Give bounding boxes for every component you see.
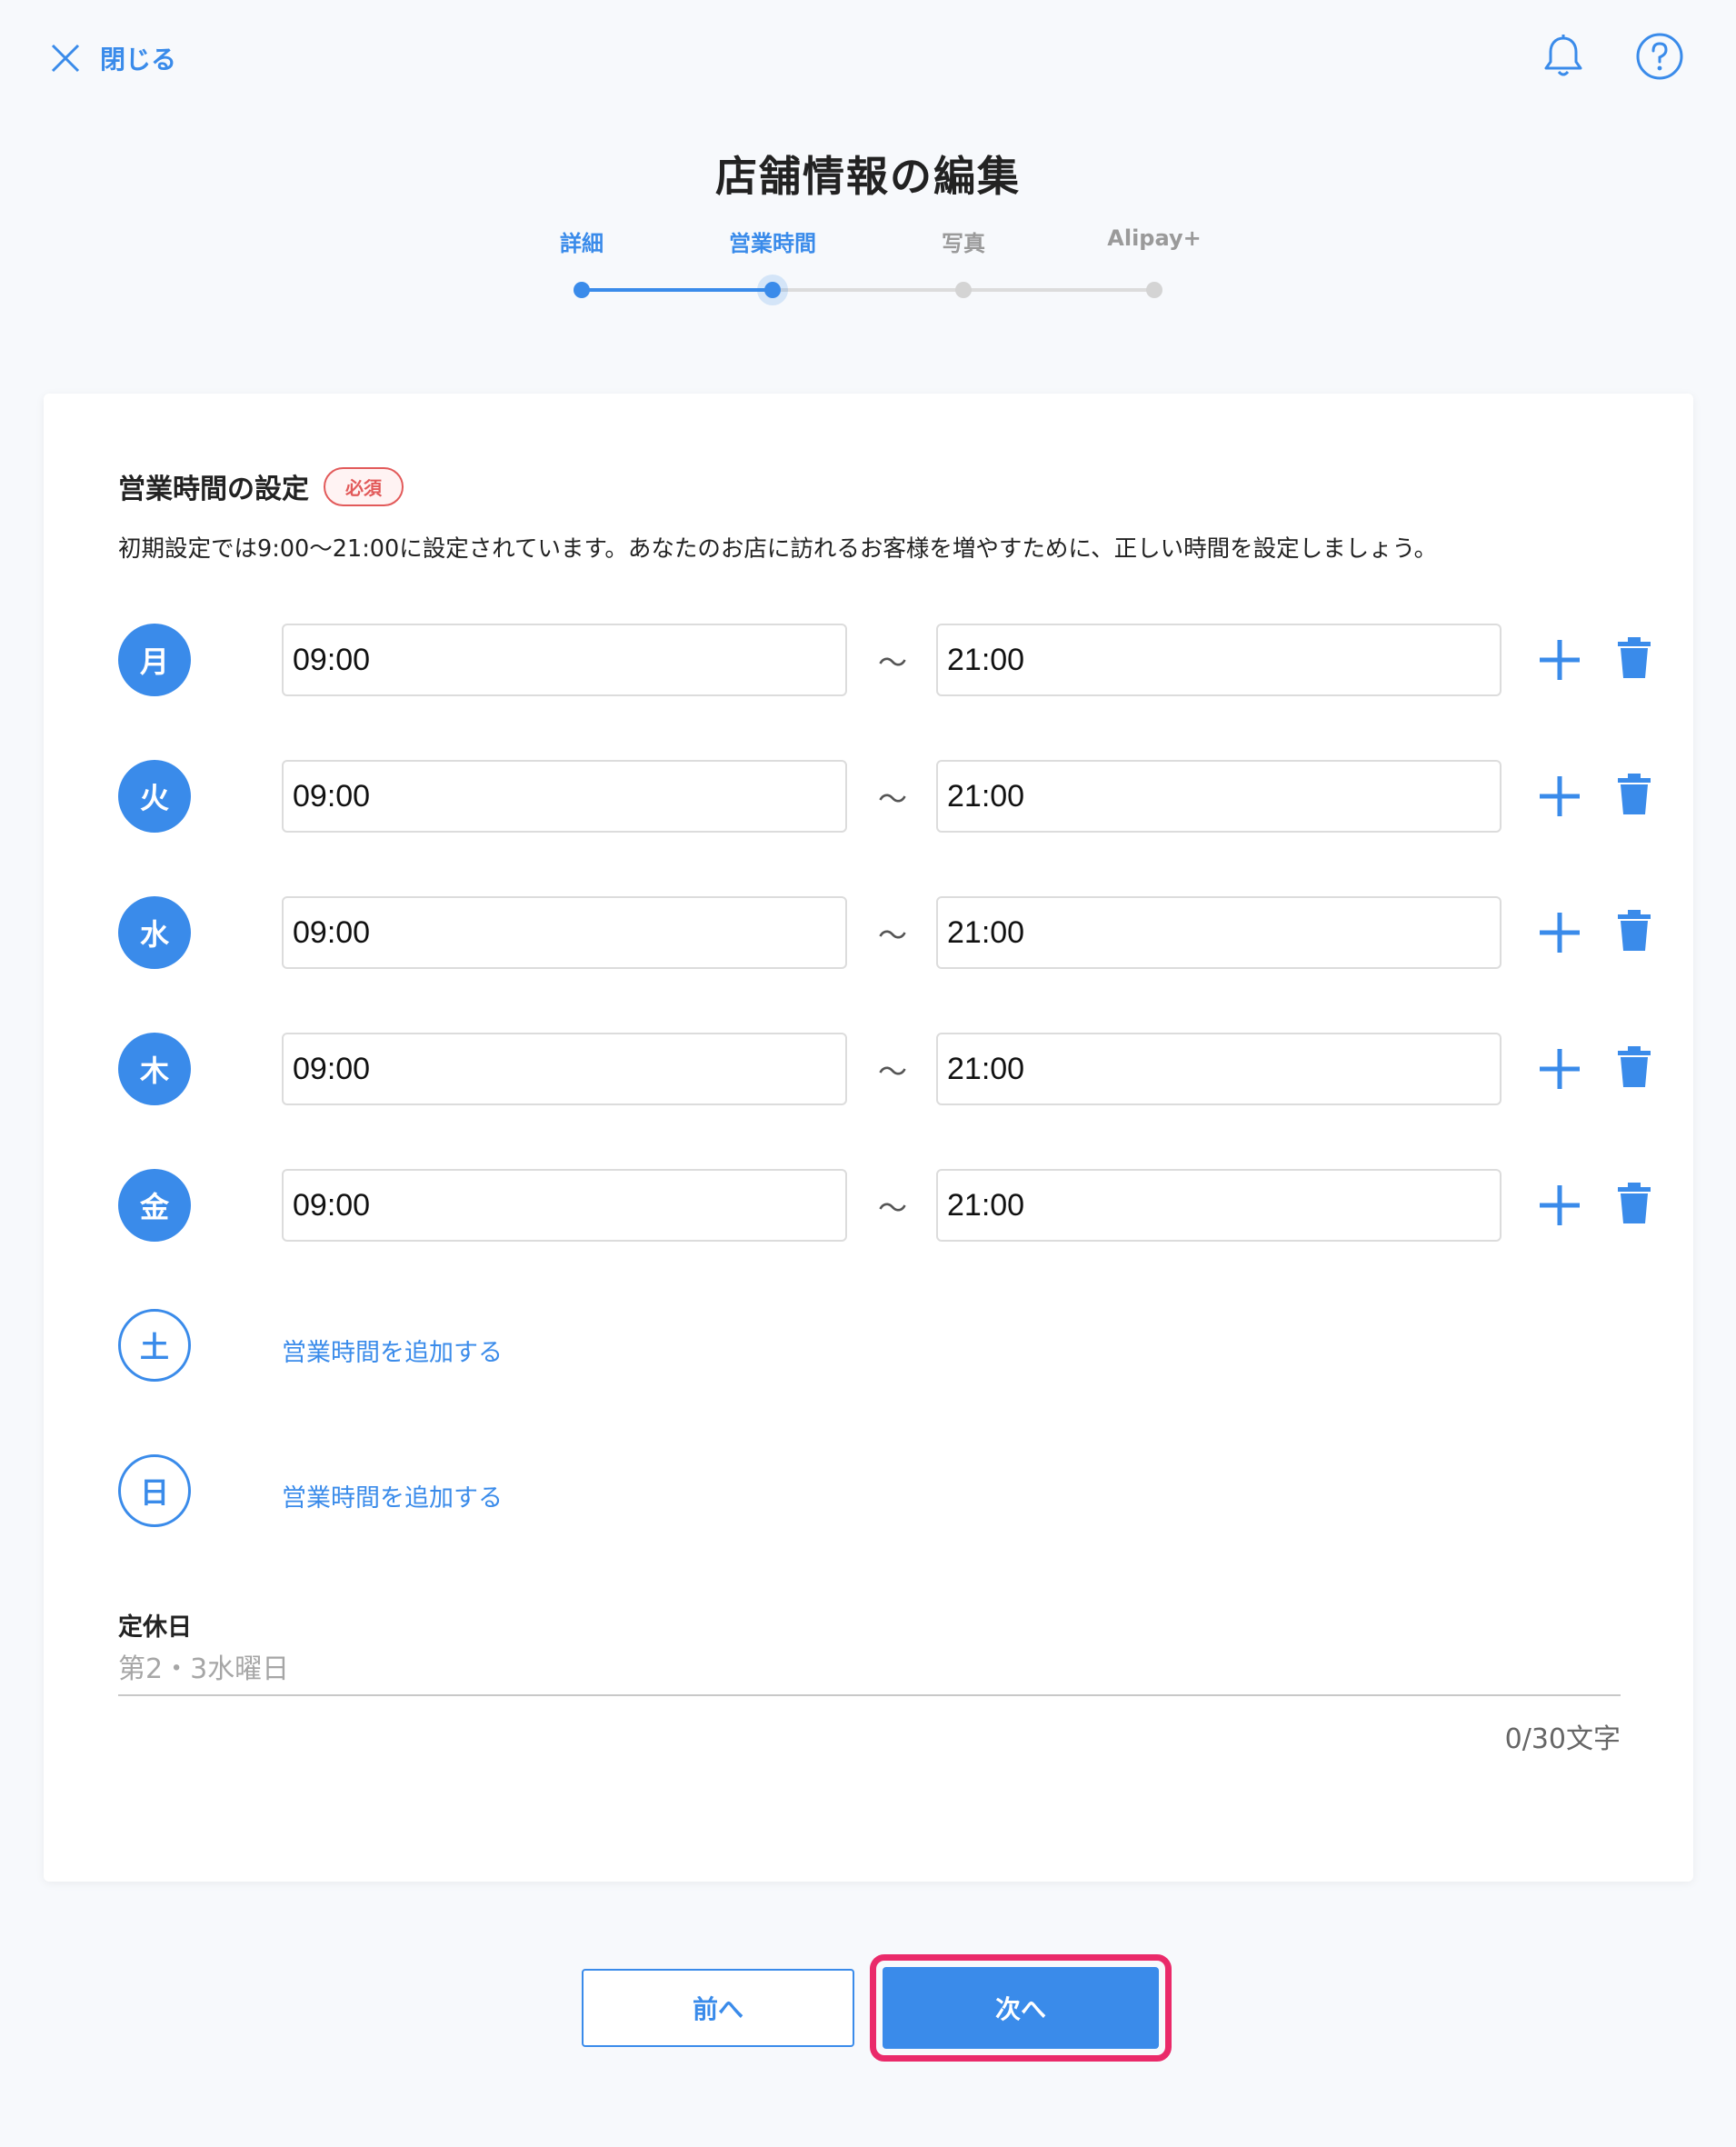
char-count: 0/30文字 <box>1504 1723 1621 1755</box>
hours-description: 初期設定では9:00〜21:00に設定されています。あなたのお店に訪れるお客様を… <box>118 535 1438 563</box>
plus-icon[interactable] <box>1536 1182 1583 1229</box>
time-separator: 〜 <box>877 645 907 680</box>
time-separator: 〜 <box>877 1191 907 1225</box>
trash-icon[interactable] <box>1616 1180 1652 1227</box>
hours-row-thursday: 木 09:00 〜 21:00 <box>118 1033 1663 1105</box>
hours-row-sunday: 日 営業時間を追加する <box>118 1454 1663 1527</box>
day-badge-sunday: 日 <box>118 1454 191 1527</box>
hours-row-friday: 金 09:00 〜 21:00 <box>118 1169 1663 1242</box>
step-label-alipay: Alipay+ <box>1107 225 1202 251</box>
step-dot-photos <box>955 282 972 298</box>
open-time-input[interactable]: 09:00 <box>282 1169 847 1242</box>
trash-icon[interactable] <box>1616 771 1652 818</box>
step-label-photos: 写真 <box>942 231 985 256</box>
open-time-input[interactable]: 09:00 <box>282 896 847 969</box>
step-dot-hours <box>764 282 781 298</box>
plus-icon[interactable] <box>1536 1045 1583 1093</box>
time-separator: 〜 <box>877 918 907 953</box>
progress-stepper: 詳細 営業時間 写真 Alipay+ <box>509 225 1218 316</box>
step-label-details: 詳細 <box>560 231 604 256</box>
trash-icon[interactable] <box>1616 1044 1652 1091</box>
close-icon <box>51 44 80 73</box>
day-badge-monday: 月 <box>118 624 191 696</box>
day-badge-thursday: 木 <box>118 1033 191 1105</box>
required-badge: 必須 <box>324 466 404 506</box>
step-label-hours: 営業時間 <box>729 231 816 256</box>
day-badge-friday: 金 <box>118 1169 191 1242</box>
section-title: 営業時間の設定 必須 <box>118 466 404 506</box>
hours-row-tuesday: 火 09:00 〜 21:00 <box>118 760 1663 833</box>
plus-icon[interactable] <box>1536 636 1583 684</box>
close-time-input[interactable]: 21:00 <box>936 1169 1502 1242</box>
holiday-label: 定休日 <box>118 1613 192 1642</box>
time-separator: 〜 <box>877 1054 907 1089</box>
open-time-input[interactable]: 09:00 <box>282 624 847 696</box>
help-icon[interactable] <box>1634 31 1685 82</box>
plus-icon[interactable] <box>1536 909 1583 956</box>
close-label: 閉じる <box>100 45 177 75</box>
close-time-input[interactable]: 21:00 <box>936 760 1502 833</box>
close-time-input[interactable]: 21:00 <box>936 624 1502 696</box>
hours-row-wednesday: 水 09:00 〜 21:00 <box>118 896 1663 969</box>
close-time-input[interactable]: 21:00 <box>936 896 1502 969</box>
open-time-input[interactable]: 09:00 <box>282 1033 847 1105</box>
bell-icon[interactable] <box>1538 31 1589 82</box>
hours-row-saturday: 土 営業時間を追加する <box>118 1309 1663 1382</box>
day-badge-tuesday: 火 <box>118 760 191 833</box>
hours-row-monday: 月 09:00 〜 21:00 <box>118 624 1663 696</box>
plus-icon[interactable] <box>1536 773 1583 820</box>
page-title: 店舗情報の編集 <box>715 152 1021 201</box>
close-button[interactable]: 閉じる <box>47 40 176 76</box>
trash-icon[interactable] <box>1616 907 1652 954</box>
close-time-input[interactable]: 21:00 <box>936 1033 1502 1105</box>
business-hours-card: 営業時間の設定 必須 初期設定では9:00〜21:00に設定されています。あなた… <box>44 394 1693 1882</box>
holiday-input[interactable] <box>118 1643 1621 1696</box>
add-hours-link[interactable]: 営業時間を追加する <box>282 1333 503 1368</box>
step-dot-alipay <box>1146 282 1162 298</box>
add-hours-link[interactable]: 営業時間を追加する <box>282 1478 503 1513</box>
day-badge-wednesday: 水 <box>118 896 191 969</box>
next-button[interactable]: 次へ <box>883 1967 1159 2049</box>
prev-button[interactable]: 前へ <box>582 1969 854 2047</box>
time-separator: 〜 <box>877 782 907 816</box>
day-badge-saturday: 土 <box>118 1309 191 1382</box>
trash-icon[interactable] <box>1616 634 1652 682</box>
section-title-text: 営業時間の設定 <box>118 474 309 505</box>
open-time-input[interactable]: 09:00 <box>282 760 847 833</box>
step-connector-done <box>582 288 773 292</box>
step-dot-details <box>574 282 590 298</box>
